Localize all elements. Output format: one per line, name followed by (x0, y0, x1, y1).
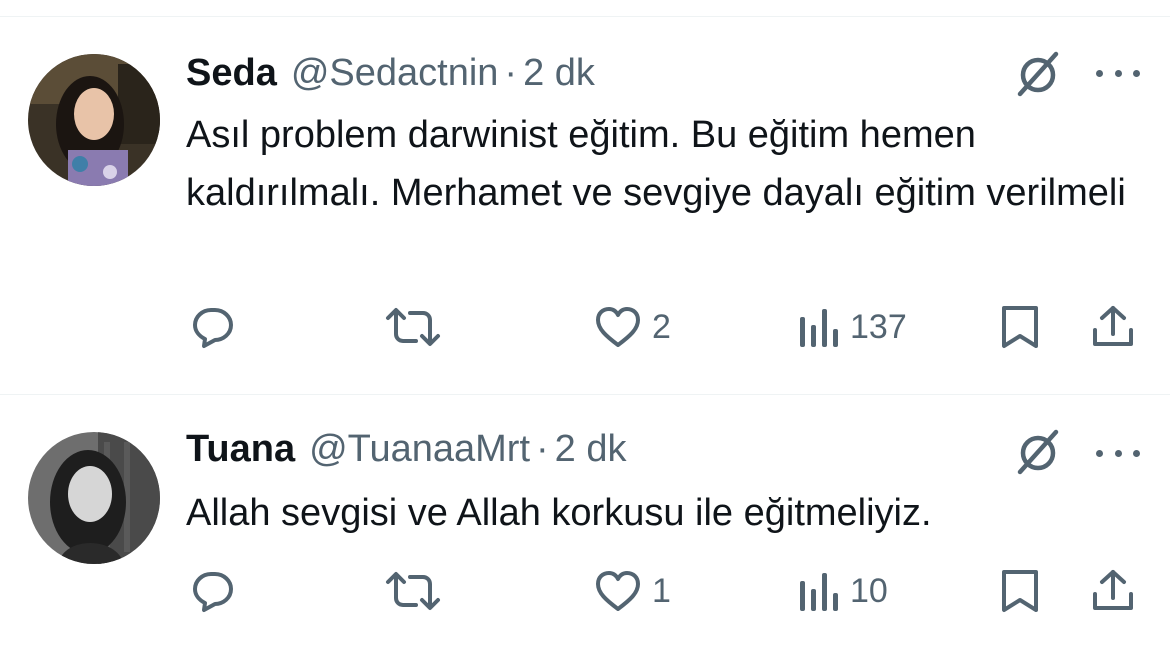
reply-button[interactable] (190, 302, 236, 352)
retweet-icon (386, 308, 440, 346)
timestamp[interactable]: 2 dk (523, 52, 595, 95)
tweet-header: Seda @Sedactnin · 2 dk (186, 52, 595, 100)
user-handle[interactable]: @Sedactnin (291, 52, 499, 95)
retweet-icon (386, 572, 440, 610)
view-count: 10 (850, 571, 888, 610)
share-icon (1093, 306, 1133, 346)
timestamp[interactable]: 2 dk (555, 428, 627, 471)
view-count: 137 (850, 307, 907, 346)
views-icon (800, 309, 838, 347)
reply-button[interactable] (190, 566, 236, 616)
like-button[interactable]: 2 (594, 302, 671, 352)
views-button[interactable]: 137 (796, 302, 907, 352)
like-count: 1 (652, 571, 671, 610)
tweet-header: Tuana @TuanaaMrt · 2 dk (186, 428, 627, 476)
display-name[interactable]: Seda (186, 52, 277, 95)
bookmark-icon (1002, 570, 1038, 612)
retweet-button[interactable] (384, 566, 442, 616)
more-icon[interactable] (1096, 446, 1140, 460)
tweet[interactable]: Tuana @TuanaaMrt · 2 dk Allah sevgisi ve… (0, 394, 1170, 646)
action-bar: 2 137 (186, 302, 1146, 352)
share-button[interactable] (1090, 302, 1136, 352)
reply-icon (193, 572, 233, 612)
avatar[interactable] (28, 432, 160, 564)
views-icon (800, 573, 838, 611)
grok-icon[interactable] (1012, 426, 1064, 478)
separator-dot: · (536, 428, 549, 470)
tweet[interactable]: Seda @Sedactnin · 2 dk Asıl problem darw… (0, 0, 1170, 392)
share-button[interactable] (1090, 566, 1136, 616)
action-bar: 1 10 (186, 566, 1146, 616)
bookmark-button[interactable] (998, 302, 1042, 352)
retweet-button[interactable] (384, 302, 442, 352)
more-icon[interactable] (1096, 66, 1140, 80)
grok-icon[interactable] (1012, 48, 1064, 100)
user-handle[interactable]: @TuanaaMrt (309, 428, 530, 471)
bookmark-icon (1002, 306, 1038, 348)
views-button[interactable]: 10 (796, 566, 888, 616)
tweet-text: Asıl problem darwinist eğitim. Bu eğitim… (186, 114, 1126, 214)
like-count: 2 (652, 307, 671, 346)
heart-icon (596, 307, 640, 347)
separator-dot: · (504, 52, 518, 94)
heart-icon (596, 571, 640, 611)
tweet-text: Allah sevgisi ve Allah korkusu ile eğitm… (186, 492, 932, 534)
avatar[interactable] (28, 54, 160, 186)
display-name[interactable]: Tuana (186, 428, 295, 471)
like-button[interactable]: 1 (594, 566, 671, 616)
reply-icon (193, 308, 233, 348)
bookmark-button[interactable] (998, 566, 1042, 616)
share-icon (1093, 570, 1133, 610)
